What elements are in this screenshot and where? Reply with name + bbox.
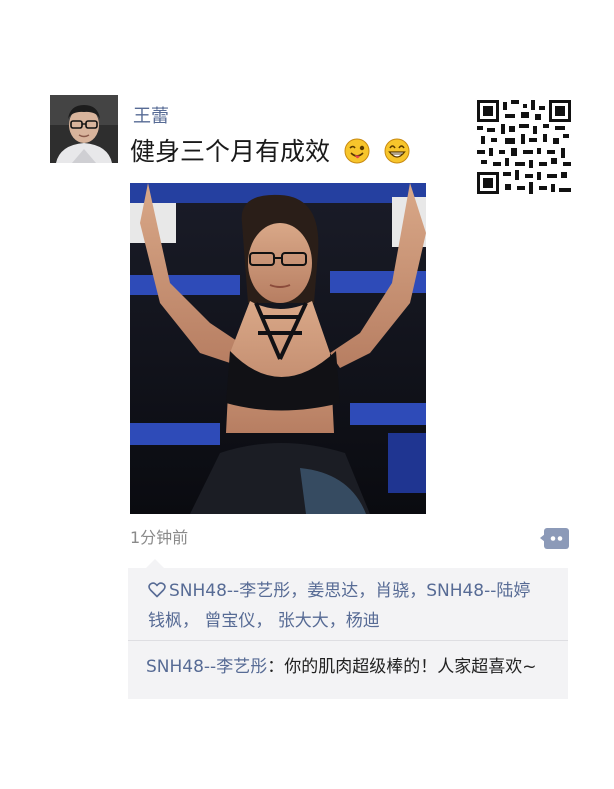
post-photo-image (130, 183, 426, 514)
avatar-image (50, 95, 118, 163)
likes-list: SNH48--李艺彤，姜思达，肖骁，SNH48--陆婷 钱枫， 曾宝仪， 张大大… (148, 576, 558, 636)
post-body: 健身三个月有成效 (130, 137, 331, 166)
divider (128, 640, 568, 641)
heart-outline-icon (148, 582, 166, 598)
avatar[interactable] (50, 95, 118, 163)
comment-text: 你的肌肉超级棒的！人家超喜欢~ (284, 657, 537, 677)
qr-code-icon (477, 100, 571, 194)
liker-names-2[interactable]: 钱枫， 曾宝仪， 张大大，杨迪 (148, 611, 380, 631)
post-author[interactable]: 王蕾 (133, 105, 169, 129)
comment-item[interactable]: SNH48--李艺彤：你的肌肉超级棒的！人家超喜欢~ (146, 655, 536, 679)
grinning-emoji-icon (384, 138, 410, 164)
liker-names-1[interactable]: SNH48--李艺彤，姜思达，肖骁，SNH48--陆婷 (169, 581, 530, 601)
likes-line-1: SNH48--李艺彤，姜思达，肖骁，SNH48--陆婷 (148, 576, 558, 606)
post-text: 健身三个月有成效 (130, 136, 410, 168)
likes-comments-panel: SNH48--李艺彤，姜思达，肖骁，SNH48--陆婷 钱枫， 曾宝仪， 张大大… (128, 559, 568, 699)
comment-button-icon[interactable] (540, 528, 569, 549)
post-timestamp: 1分钟前 (130, 528, 189, 547)
likes-line-2: 钱枫， 曾宝仪， 张大大，杨迪 (148, 606, 558, 636)
comment-separator: ： (267, 657, 285, 677)
tongue-wink-emoji-icon (344, 138, 370, 164)
comment-author[interactable]: SNH48--李艺彤 (146, 657, 267, 677)
post-photo[interactable] (130, 183, 426, 514)
